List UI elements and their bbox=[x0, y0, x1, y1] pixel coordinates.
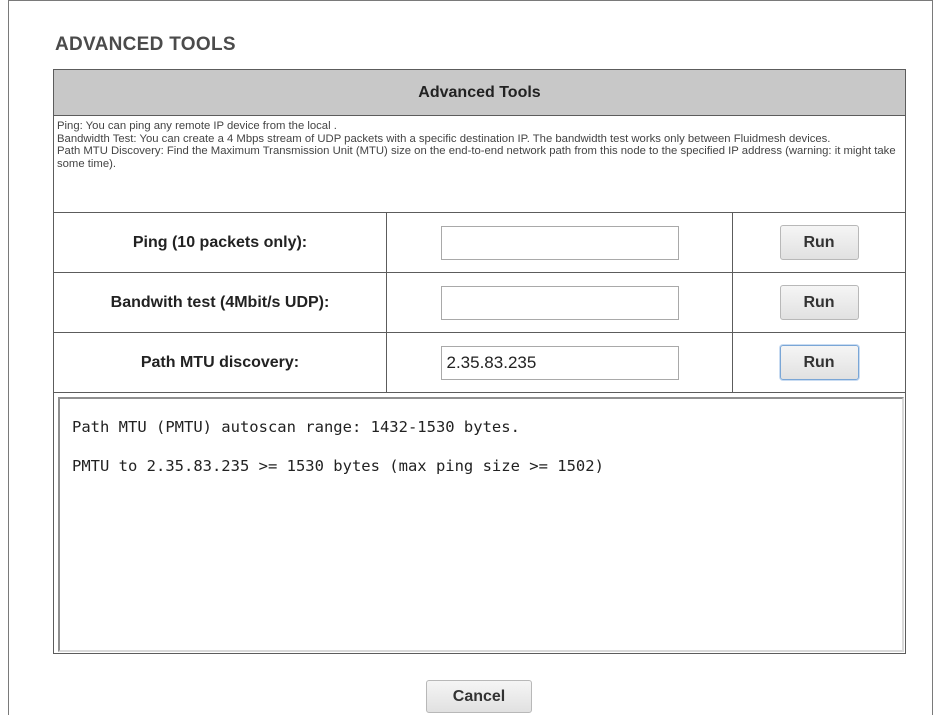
ping-description: Ping: You can ping any remote IP device … bbox=[57, 120, 337, 132]
table-header: Advanced Tools bbox=[54, 70, 905, 116]
bandwidth-row: Bandwith test (4Mbit/s UDP): Run bbox=[54, 273, 905, 333]
bandwidth-input-cell bbox=[387, 273, 733, 332]
pmtu-ip-input[interactable] bbox=[440, 345, 679, 380]
bandwidth-description: Bandwidth Test: You can create a 4 Mbps … bbox=[57, 132, 831, 145]
pmtu-button-cell: Run bbox=[733, 333, 905, 392]
ping-button-cell: Run bbox=[733, 213, 905, 272]
bandwidth-run-button[interactable]: Run bbox=[779, 285, 859, 320]
ping-input-cell bbox=[387, 213, 733, 272]
ping-ip-input[interactable] bbox=[440, 225, 679, 260]
output-wrapper: Path MTU (PMTU) autoscan range: 1432-153… bbox=[54, 393, 905, 653]
output-textarea[interactable]: Path MTU (PMTU) autoscan range: 1432-153… bbox=[58, 397, 904, 652]
bandwidth-label: Bandwith test (4Mbit/s UDP): bbox=[54, 273, 387, 332]
pmtu-label: Path MTU discovery: bbox=[54, 333, 387, 392]
pmtu-description: Path MTU Discovery: Find the Maximum Tra… bbox=[57, 145, 896, 170]
output-line: PMTU to 2.35.83.235 >= 1530 bytes (max p… bbox=[72, 457, 604, 475]
pmtu-run-button[interactable]: Run bbox=[779, 345, 859, 380]
ping-row: Ping (10 packets only): Run bbox=[54, 213, 905, 273]
tools-description: Ping: You can ping any remote IP device … bbox=[54, 116, 905, 213]
cancel-button[interactable]: Cancel bbox=[426, 680, 532, 713]
ping-run-button[interactable]: Run bbox=[779, 225, 859, 260]
advanced-tools-table: Advanced Tools Ping: You can ping any re… bbox=[53, 69, 906, 654]
pmtu-row: Path MTU discovery: Run bbox=[54, 333, 905, 393]
pmtu-input-cell bbox=[387, 333, 733, 392]
bandwidth-button-cell: Run bbox=[733, 273, 905, 332]
output-line: Path MTU (PMTU) autoscan range: 1432-153… bbox=[72, 418, 520, 436]
bandwidth-ip-input[interactable] bbox=[440, 285, 679, 320]
page-title: ADVANCED TOOLS bbox=[55, 34, 236, 55]
ping-label: Ping (10 packets only): bbox=[54, 213, 387, 272]
